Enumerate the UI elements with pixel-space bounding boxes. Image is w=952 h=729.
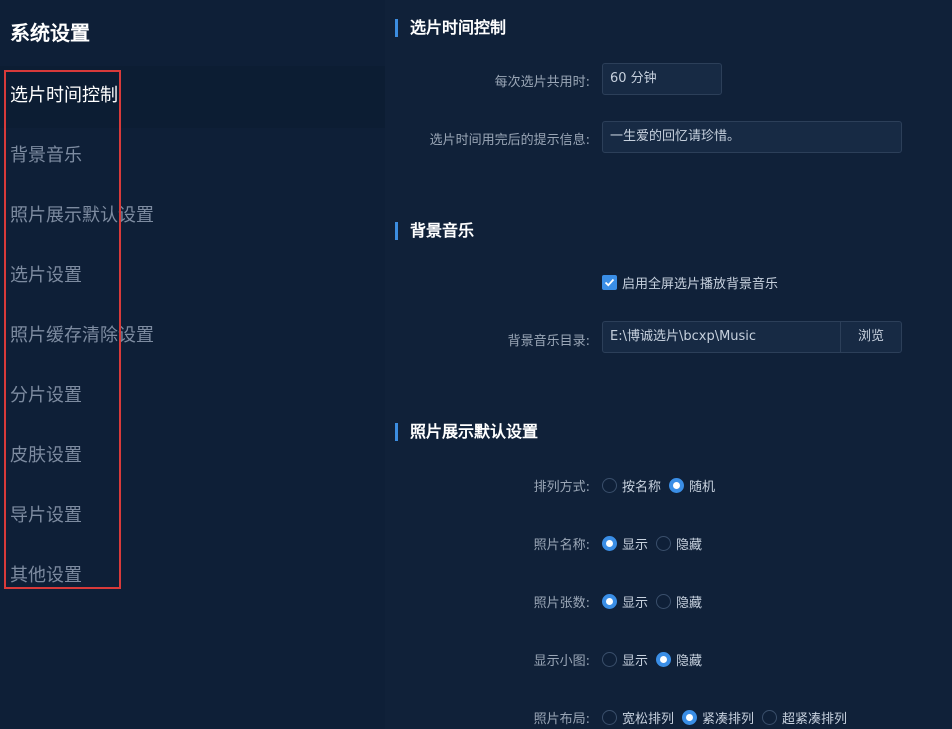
radio-button[interactable] [762,710,778,725]
sidebar-item-photo-display[interactable]: 照片展示默认设置 [0,186,385,246]
section-title-photo-display: 照片展示默认设置 [390,422,538,442]
radio-label: 按名称 [622,480,662,495]
radio-label: 随机 [689,480,716,495]
music-dir-input[interactable]: E:\博诚选片\bcxp\Music [602,321,841,353]
section-title-background-music: 背景音乐 [390,221,474,241]
photo-count-radio-group: 显示 隐藏 [602,592,710,611]
photo-name-label: 照片名称: [533,538,590,553]
layout-loose-option[interactable]: 宽松排列 [602,708,674,727]
sidebar-nav: 选片时间控制 背景音乐 照片展示默认设置 选片设置 照片缓存清除设置 分片设置 … [0,66,385,606]
radio-button-selected[interactable] [682,710,698,725]
fullscreen-music-checkbox[interactable] [602,275,617,290]
music-dir-label: 背景音乐目录: [507,334,590,349]
radio-button-selected[interactable] [602,594,617,609]
sidebar-item-selection-settings[interactable]: 选片设置 [0,246,385,306]
sidebar-item-other-settings[interactable]: 其他设置 [0,546,385,606]
sidebar-item-export-settings[interactable]: 导片设置 [0,486,385,546]
radio-label: 隐藏 [676,654,703,669]
sort-radio-group: 按名称 随机 [602,476,723,495]
radio-label: 显示 [622,654,649,669]
sidebar-item-background-music[interactable]: 背景音乐 [0,126,385,186]
settings-sidebar: 系统设置 选片时间控制 背景音乐 照片展示默认设置 选片设置 照片缓存清除设置 … [0,0,385,729]
photo-count-label: 照片张数: [533,596,590,611]
radio-label: 显示 [622,538,649,553]
checkmark-icon [604,278,615,287]
radio-button[interactable] [602,652,617,667]
radio-button[interactable] [656,536,672,551]
radio-label: 超紧凑排列 [782,712,848,727]
radio-button-selected[interactable] [602,536,617,551]
radio-label: 显示 [622,596,649,611]
sidebar-item-skin-settings[interactable]: 皮肤设置 [0,426,385,486]
sort-by-name-option[interactable]: 按名称 [602,476,661,495]
fullscreen-music-option[interactable]: 启用全屏选片播放背景音乐 [602,273,778,292]
thumbnail-show-option[interactable]: 显示 [602,650,648,669]
photo-name-show-option[interactable]: 显示 [602,534,648,553]
layout-label: 照片布局: [533,712,590,727]
thumbnail-hide-option[interactable]: 隐藏 [656,650,702,669]
sort-label: 排列方式: [533,480,590,495]
photo-name-hide-option[interactable]: 隐藏 [656,534,702,553]
radio-label: 隐藏 [676,596,703,611]
layout-compact-option[interactable]: 紧凑排列 [682,708,754,727]
radio-label: 隐藏 [676,538,703,553]
sidebar-title: 系统设置 [10,21,90,45]
browse-button[interactable]: 浏览 [840,321,902,353]
photo-name-radio-group: 显示 隐藏 [602,534,710,553]
sort-random-option[interactable]: 随机 [669,476,715,495]
radio-label: 紧凑排列 [702,712,755,727]
fullscreen-music-label: 启用全屏选片播放背景音乐 [622,277,779,292]
thumbnail-radio-group: 显示 隐藏 [602,650,710,669]
timeout-message-label: 选片时间用完后的提示信息: [429,133,590,148]
radio-button-selected[interactable] [669,478,685,493]
layout-extra-compact-option[interactable]: 超紧凑排列 [762,708,847,727]
total-time-input[interactable]: 60 分钟 [602,63,722,95]
radio-button-selected[interactable] [656,652,672,667]
sidebar-item-cache-clear[interactable]: 照片缓存清除设置 [0,306,385,366]
settings-content: 选片时间控制 每次选片共用时: 60 分钟 选片时间用完后的提示信息: 一生爱的… [385,0,952,729]
total-time-label: 每次选片共用时: [494,75,590,90]
section-title-time-control: 选片时间控制 [390,18,506,38]
radio-label: 宽松排列 [622,712,675,727]
radio-button[interactable] [602,710,617,725]
photo-count-show-option[interactable]: 显示 [602,592,648,611]
photo-count-hide-option[interactable]: 隐藏 [656,592,702,611]
timeout-message-input[interactable]: 一生爱的回忆请珍惜。 [602,121,902,153]
radio-button[interactable] [656,594,672,609]
sidebar-item-split-settings[interactable]: 分片设置 [0,366,385,426]
radio-button[interactable] [602,478,617,493]
layout-radio-group: 宽松排列 紧凑排列 超紧凑排列 [602,708,855,727]
thumbnail-label: 显示小图: [533,654,590,669]
sidebar-item-time-control[interactable]: 选片时间控制 [0,66,385,126]
